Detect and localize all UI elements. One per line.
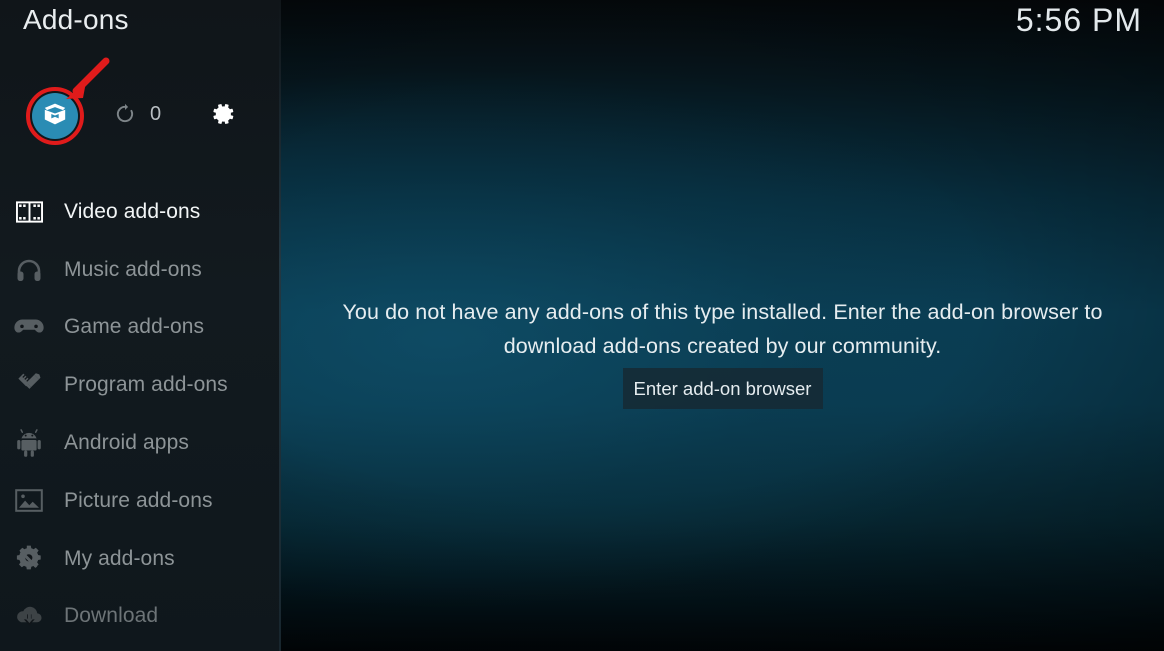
sidebar-item-label: Video add-ons (64, 199, 201, 223)
sidebar-item-picture-addons[interactable]: Picture add-ons (0, 472, 281, 530)
sidebar-menu: Video add-ons Music add-ons Game add-ons… (0, 183, 281, 645)
empty-state-message: You do not have any add-ons of this type… (342, 300, 1103, 358)
film-strip-icon (12, 197, 46, 227)
sidebar-item-label: My add-ons (64, 546, 175, 570)
open-box-icon (42, 101, 68, 132)
addon-browser-button[interactable] (32, 93, 78, 139)
gamepad-icon (12, 312, 46, 342)
gear-icon (209, 100, 237, 133)
sidebar-item-label: Picture add-ons (64, 488, 213, 512)
refresh-updates-button[interactable] (110, 101, 140, 131)
update-count-label: 0 (150, 103, 162, 125)
sidebar-item-game-addons[interactable]: Game add-ons (0, 299, 281, 357)
android-icon (12, 428, 46, 458)
sidebar-item-my-addons[interactable]: My add-ons (0, 530, 281, 588)
sidebar-item-android-apps[interactable]: Android apps (0, 414, 281, 472)
gear-wrench-icon (12, 544, 46, 574)
enter-addon-browser-button[interactable]: Enter add-on browser (622, 368, 823, 409)
main-content: You do not have any add-ons of this type… (281, 0, 1164, 651)
sidebar-item-label: Music add-ons (64, 257, 202, 281)
kodi-addons-screen: Add-ons 5:56 PM 0 Video add-ons Music ad… (0, 0, 1164, 651)
sidebar-item-label: Program add-ons (64, 373, 228, 397)
refresh-icon (114, 103, 136, 130)
settings-button[interactable] (207, 100, 239, 132)
sidebar-item-label: Download (64, 604, 159, 628)
page-title: Add-ons (23, 4, 129, 35)
sidebar-item-label: Android apps (64, 431, 189, 455)
pencil-ruler-icon (12, 370, 46, 400)
sidebar-item-label: Game add-ons (64, 315, 205, 339)
headphones-icon (12, 255, 46, 285)
sidebar-item-music-addons[interactable]: Music add-ons (0, 241, 281, 299)
picture-icon (12, 486, 46, 516)
sidebar-item-download[interactable]: Download (0, 588, 281, 646)
sidebar-item-video-addons[interactable]: Video add-ons (0, 183, 281, 241)
cloud-download-icon (12, 601, 46, 631)
sidebar-item-program-addons[interactable]: Program add-ons (0, 356, 281, 414)
